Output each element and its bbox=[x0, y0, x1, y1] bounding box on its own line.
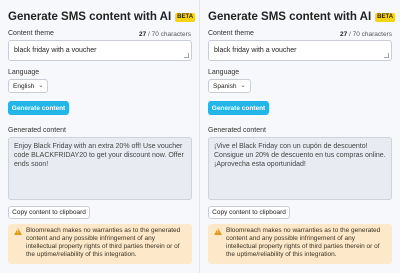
generated-content-label: Generated content bbox=[8, 127, 66, 134]
content-theme-label: Content theme bbox=[8, 30, 54, 37]
content-theme-input[interactable]: black friday with a voucher bbox=[208, 40, 392, 61]
copy-to-clipboard-button[interactable]: Copy content to clipboard bbox=[8, 206, 90, 219]
disclaimer-text: Bloomreach makes no warranties as to the… bbox=[226, 227, 381, 258]
chevron-down-icon: ⌄ bbox=[38, 83, 44, 89]
generated-content-output[interactable]: ¡Vive el Black Friday con un cupón de de… bbox=[208, 137, 392, 200]
sms-generator-panel-english: Generate SMS content with AI BETA Conten… bbox=[0, 0, 200, 273]
language-label: Language bbox=[8, 69, 40, 76]
language-select[interactable]: Spanish ⌄ bbox=[208, 79, 251, 93]
character-count: 27 bbox=[138, 31, 147, 38]
resize-handle-icon[interactable] bbox=[384, 53, 389, 58]
panel-title: Generate SMS content with AI bbox=[8, 11, 172, 23]
beta-badge: BETA bbox=[175, 12, 196, 22]
character-limit: / 70 characters bbox=[148, 31, 191, 38]
beta-badge: BETA bbox=[375, 12, 396, 22]
sms-generator-panel-spanish: Generate SMS content with AI BETA Conten… bbox=[200, 0, 400, 273]
language-value: Spanish bbox=[213, 82, 237, 90]
generate-content-button[interactable]: Generate content bbox=[208, 101, 269, 115]
warning-icon bbox=[14, 228, 22, 235]
panel-header: Generate SMS content with AI BETA bbox=[208, 11, 396, 23]
resize-handle-icon[interactable] bbox=[184, 53, 189, 58]
generate-content-button[interactable]: Generate content bbox=[8, 101, 69, 115]
generated-content-label: Generated content bbox=[208, 127, 266, 134]
language-select[interactable]: English ⌄ bbox=[8, 79, 49, 93]
panel-header: Generate SMS content with AI BETA bbox=[8, 11, 196, 23]
character-counter: 27 / 70 characters bbox=[139, 31, 191, 38]
content-theme-input[interactable]: black friday with a voucher bbox=[8, 40, 192, 61]
generated-content-output[interactable]: Enjoy Black Friday with an extra 20% off… bbox=[8, 137, 192, 200]
language-label: Language bbox=[208, 69, 240, 76]
content-theme-value: black friday with a voucher bbox=[214, 47, 297, 54]
panel-title: Generate SMS content with AI bbox=[208, 11, 372, 23]
character-limit: / 70 characters bbox=[349, 31, 392, 38]
character-counter: 27 / 70 characters bbox=[340, 31, 392, 38]
chevron-down-icon: ⌄ bbox=[240, 83, 246, 89]
language-value: English bbox=[13, 82, 35, 90]
character-count: 27 bbox=[339, 31, 348, 38]
content-theme-value: black friday with a voucher bbox=[14, 47, 97, 54]
disclaimer-warning: Bloomreach makes no warranties as to the… bbox=[8, 224, 192, 264]
disclaimer-warning: Bloomreach makes no warranties as to the… bbox=[208, 224, 392, 264]
copy-to-clipboard-button[interactable]: Copy content to clipboard bbox=[208, 206, 290, 219]
warning-icon bbox=[214, 228, 222, 235]
content-theme-label: Content theme bbox=[208, 30, 254, 37]
disclaimer-text: Bloomreach makes no warranties as to the… bbox=[26, 227, 181, 258]
